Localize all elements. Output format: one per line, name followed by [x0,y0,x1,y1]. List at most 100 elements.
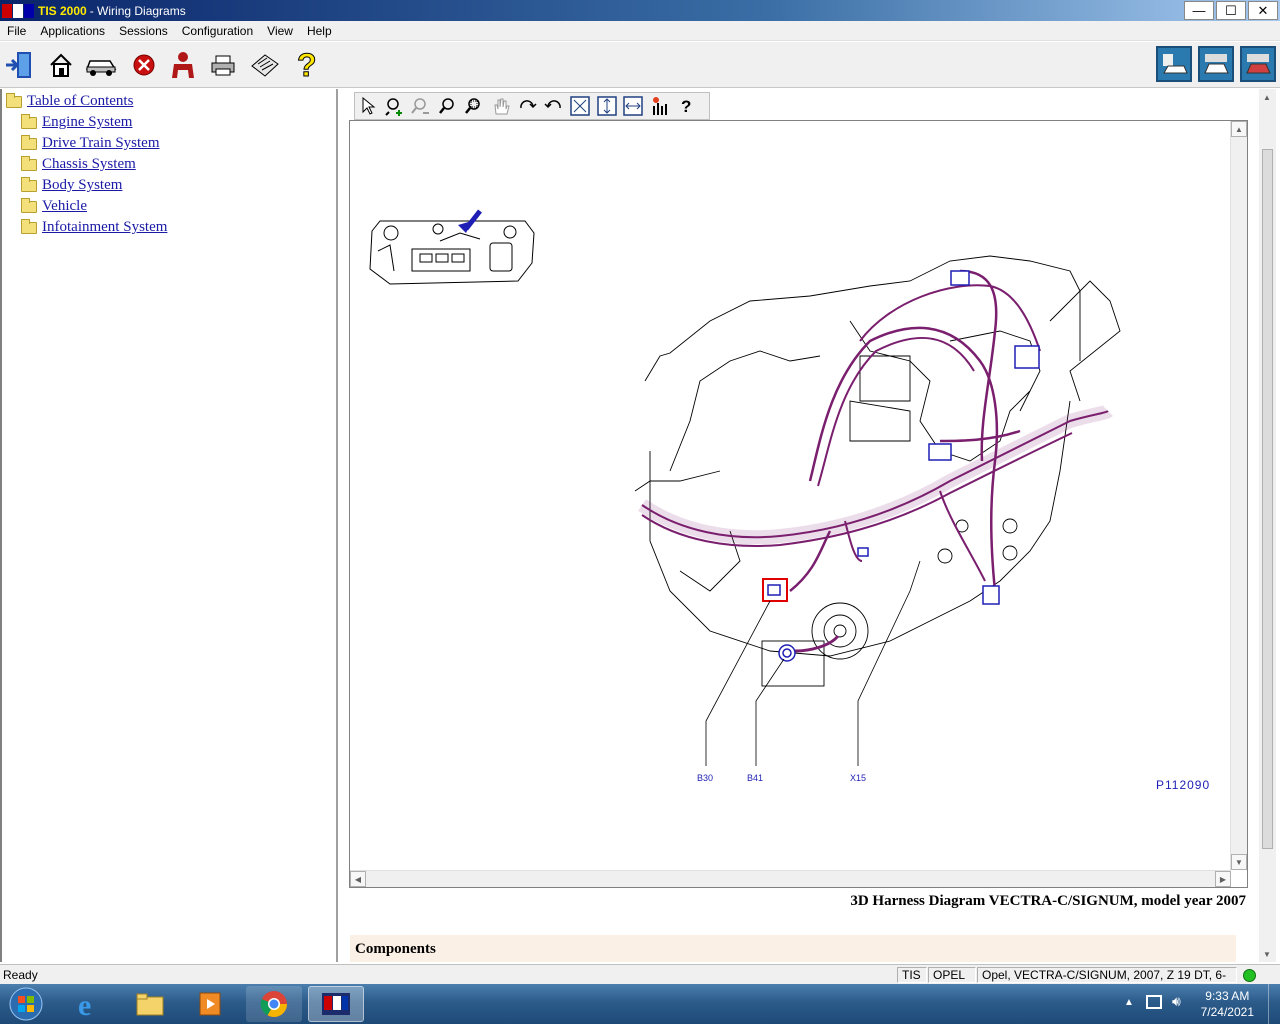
minimize-button[interactable]: — [1184,1,1214,20]
internet-explorer-icon[interactable]: e [62,986,118,1022]
status-text: Ready [3,968,38,982]
hotspot-icon[interactable] [647,94,674,118]
figure-id: P112090 [1156,778,1211,792]
folder-open-icon [6,92,22,108]
status-bar: Ready TIS OPEL Opel, VECTRA-C/SIGNUM, 20… [0,964,1280,996]
harness-diagram [369,209,1121,766]
chrome-icon[interactable] [246,986,302,1022]
tree-item-infotainment-system[interactable]: Infotainment System [21,218,167,236]
scroll-down-icon[interactable]: ▼ [1231,854,1247,870]
vehicle-selection-icon[interactable] [84,48,118,82]
fit-height-icon[interactable] [594,94,621,118]
exit-icon[interactable] [2,48,36,82]
zoom-area-icon[interactable] [461,94,488,118]
components-section: Components [350,935,1236,962]
folder-icon [21,155,37,171]
folder-icon [21,134,37,150]
car-service-icon[interactable] [1198,46,1234,82]
zoom-icon[interactable] [435,94,462,118]
tree-item-vehicle[interactable]: Vehicle [21,197,87,215]
scrollbar-thumb[interactable] [1262,149,1273,849]
folder-icon [21,197,37,213]
svg-text:?: ? [681,97,691,116]
svg-text:e: e [78,989,91,1019]
scroll-up-icon[interactable]: ▲ [1231,121,1247,137]
user-icon[interactable] [166,48,200,82]
tree-item-label[interactable]: Infotainment System [42,219,167,236]
menu-view[interactable]: View [260,24,300,38]
taskbar: e ▲ 🔊︎ 9:33 AM 7/24/2021 [0,984,1280,1024]
scroll-down-icon[interactable]: ▼ [1259,946,1275,962]
callout-label-b41[interactable]: B41 [747,773,763,783]
network-icon[interactable] [1146,995,1162,1009]
rotate-right-icon[interactable] [514,94,541,118]
clock-time: 9:33 AM [1205,989,1250,1003]
document-panel: ? B30 B41 X15 P112090 ▲ ▼ ◀ ▶ 3D Harness… [340,89,1276,962]
help-icon[interactable]: ? [290,48,324,82]
pan-icon[interactable] [488,94,515,118]
tree-item-label[interactable]: Vehicle [42,198,87,215]
wiring-harness [638,269,1113,653]
menu-sessions[interactable]: Sessions [112,24,175,38]
tis-app-icon [2,2,36,20]
rotate-left-icon[interactable] [541,94,568,118]
home-icon[interactable] [44,48,78,82]
tree-root-label[interactable]: Table of Contents [27,93,133,110]
document-vertical-scrollbar[interactable]: ▲ ▼ [1259,89,1276,962]
callout-label-b30[interactable]: B30 [697,773,713,783]
callout-label-x15[interactable]: X15 [850,773,866,783]
status-cell-opel: OPEL [928,967,976,983]
fit-width-icon[interactable] [620,94,647,118]
tree-item-label[interactable]: Engine System [42,114,132,131]
tree-root[interactable]: Table of Contents [6,92,133,110]
menu-help[interactable]: Help [300,24,339,38]
tree-item-label[interactable]: Drive Train System [42,135,160,152]
menu-applications[interactable]: Applications [33,24,112,38]
zoom-out-icon[interactable] [408,94,435,118]
folder-icon [21,218,37,234]
show-desktop-button[interactable] [1268,984,1280,1024]
viewer-horizontal-scrollbar[interactable]: ◀ ▶ [350,870,1231,887]
select-icon[interactable] [355,94,382,118]
menu-bar: File Applications Sessions Configuration… [0,21,1280,41]
components-heading: Components [355,941,436,957]
help-icon[interactable]: ? [673,94,700,118]
car-diagnostics-icon[interactable] [1156,46,1192,82]
folder-icon [21,176,37,192]
tree-item-drive-train-system[interactable]: Drive Train System [21,134,160,152]
zoom-in-icon[interactable] [382,94,409,118]
scroll-right-icon[interactable]: ▶ [1215,871,1231,887]
tree-item-body-system[interactable]: Body System [21,176,122,194]
start-orb-icon[interactable] [0,986,52,1022]
media-player-icon[interactable] [182,986,238,1022]
connection-status-icon [1243,969,1256,982]
tis2000-icon[interactable] [308,986,364,1022]
scroll-up-icon[interactable]: ▲ [1259,89,1275,105]
print-icon[interactable] [206,48,240,82]
system-clock[interactable]: 9:33 AM 7/24/2021 [1201,988,1254,1020]
viewer-vertical-scrollbar[interactable]: ▲ ▼ [1230,121,1247,870]
car-parts-icon[interactable] [1240,46,1276,82]
menu-file[interactable]: File [0,24,33,38]
file-explorer-icon[interactable] [122,986,178,1022]
status-cell-tis: TIS [897,967,927,983]
close-button[interactable]: ✕ [1248,1,1278,20]
volume-icon[interactable]: 🔊︎ [1172,993,1181,1010]
cancel-icon[interactable] [127,48,161,82]
fit-page-icon[interactable] [567,94,594,118]
menu-configuration[interactable]: Configuration [175,24,260,38]
window-title-app: TIS 2000 [38,3,87,18]
scroll-left-icon[interactable]: ◀ [350,871,366,887]
notepad-icon[interactable] [248,48,282,82]
callout-lines [705,560,921,766]
tree-item-engine-system[interactable]: Engine System [21,113,132,131]
maximize-button[interactable]: ☐ [1216,1,1246,20]
window-title: - Wiring Diagrams [89,3,186,18]
tree-item-chassis-system[interactable]: Chassis System [21,155,136,173]
folder-icon [21,113,37,129]
status-cell-vehicle: Opel, VECTRA-C/SIGNUM, 2007, Z 19 DT, 6-… [977,967,1237,996]
tree-item-label[interactable]: Chassis System [42,156,136,173]
tray-expand-icon[interactable]: ▲ [1124,997,1134,1008]
tree-item-label[interactable]: Body System [42,177,122,194]
diagram-viewer[interactable]: B30 B41 X15 P112090 ▲ ▼ ◀ ▶ [349,120,1248,888]
